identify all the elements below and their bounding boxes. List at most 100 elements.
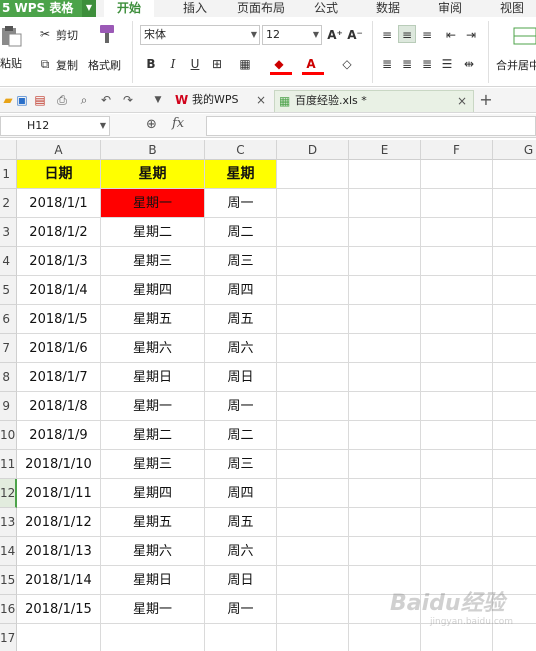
align-right-icon[interactable]: ≣ (418, 55, 436, 73)
copy-icon[interactable]: ⧉ (36, 55, 54, 73)
cell-d6[interactable] (277, 305, 349, 334)
row-header-7[interactable]: 7 (0, 334, 17, 363)
tab-view[interactable]: 视图 (490, 0, 534, 17)
cell-f8[interactable] (421, 363, 493, 392)
cell-c4[interactable]: 周三 (205, 247, 277, 276)
format-painter-button[interactable]: 格式刷 (88, 57, 121, 73)
select-all-corner[interactable] (0, 140, 17, 160)
paste-icon[interactable] (0, 25, 22, 47)
cell-d11[interactable] (277, 450, 349, 479)
cell-e13[interactable] (349, 508, 421, 537)
row-header-11[interactable]: 11 (0, 450, 17, 479)
cell-c9[interactable]: 周一 (205, 392, 277, 421)
cell-c2[interactable]: 周一 (205, 189, 277, 218)
cell-d5[interactable] (277, 276, 349, 305)
row-header-10[interactable]: 10 (0, 421, 17, 450)
tab-baidu-xls[interactable]: ▦ 百度经验.xls * × (274, 90, 474, 112)
cell-d4[interactable] (277, 247, 349, 276)
cell-a8[interactable]: 2018/1/7 (17, 363, 101, 392)
header-cell-c[interactable]: 星期 (205, 160, 277, 189)
tab-home[interactable]: 开始 (104, 0, 154, 17)
cell-b16[interactable]: 星期一 (101, 595, 205, 624)
save-icon[interactable]: ▣ (14, 92, 30, 108)
merge-center-button[interactable]: 合并居中 (496, 57, 536, 73)
border-icon[interactable]: ⊞ (208, 55, 226, 73)
font-size-select[interactable]: 12 ▼ (262, 25, 322, 45)
undo-icon[interactable]: ↶ (98, 92, 114, 108)
cell-g2[interactable] (493, 189, 536, 218)
tab-insert[interactable]: 插入 (170, 0, 220, 17)
column-header-c[interactable]: C (205, 140, 277, 160)
cell-e12[interactable] (349, 479, 421, 508)
cell-b2[interactable]: 星期一 (101, 189, 205, 218)
cell-b9[interactable]: 星期一 (101, 392, 205, 421)
cell-e14[interactable] (349, 537, 421, 566)
cell-f9[interactable] (421, 392, 493, 421)
cell-a9[interactable]: 2018/1/8 (17, 392, 101, 421)
column-header-f[interactable]: F (421, 140, 493, 160)
cell-f4[interactable] (421, 247, 493, 276)
cell-g12[interactable] (493, 479, 536, 508)
cell-b7[interactable]: 星期六 (101, 334, 205, 363)
cell-g6[interactable] (493, 305, 536, 334)
cell-d1[interactable] (277, 160, 349, 189)
cell-a7[interactable]: 2018/1/6 (17, 334, 101, 363)
row-header-13[interactable]: 13 (0, 508, 17, 537)
cell-f12[interactable] (421, 479, 493, 508)
cell-b11[interactable]: 星期三 (101, 450, 205, 479)
row-header-4[interactable]: 4 (0, 247, 17, 276)
scissors-icon[interactable]: ✂ (36, 25, 54, 43)
cell-g3[interactable] (493, 218, 536, 247)
cell-f10[interactable] (421, 421, 493, 450)
cell-d9[interactable] (277, 392, 349, 421)
cell-d10[interactable] (277, 421, 349, 450)
cell-e9[interactable] (349, 392, 421, 421)
app-menu-button[interactable]: 5 WPS 表格 ▼ (0, 0, 96, 17)
cell-g14[interactable] (493, 537, 536, 566)
print-preview-icon[interactable]: ⌕ (76, 92, 92, 108)
cell-b10[interactable]: 星期二 (101, 421, 205, 450)
align-middle-icon[interactable]: ≡ (398, 25, 416, 43)
justify-icon[interactable]: ☰ (438, 55, 456, 73)
cell-g11[interactable] (493, 450, 536, 479)
decrease-font-icon[interactable]: A⁻ (346, 26, 364, 44)
cut-button[interactable]: 剪切 (56, 27, 78, 43)
cell-a11[interactable]: 2018/1/10 (17, 450, 101, 479)
cell-c6[interactable]: 周五 (205, 305, 277, 334)
cell-c13[interactable]: 周五 (205, 508, 277, 537)
cell-b3[interactable]: 星期二 (101, 218, 205, 247)
cell-b5[interactable]: 星期四 (101, 276, 205, 305)
cell-a2[interactable]: 2018/1/1 (17, 189, 101, 218)
cell-e4[interactable] (349, 247, 421, 276)
cell-g9[interactable] (493, 392, 536, 421)
cell-b4[interactable]: 星期三 (101, 247, 205, 276)
row-header-1[interactable]: 1 (0, 160, 17, 189)
fill-color-icon[interactable]: ◆ (270, 55, 288, 73)
cell-f3[interactable] (421, 218, 493, 247)
column-header-g[interactable]: G (493, 140, 536, 160)
row-header-9[interactable]: 9 (0, 392, 17, 421)
cell-b8[interactable]: 星期日 (101, 363, 205, 392)
cell-d17[interactable] (277, 624, 349, 651)
row-header-14[interactable]: 14 (0, 537, 17, 566)
cell-e1[interactable] (349, 160, 421, 189)
export-pdf-icon[interactable]: ▤ (32, 92, 48, 108)
row-header-12[interactable]: 12 (0, 479, 17, 508)
cell-f13[interactable] (421, 508, 493, 537)
cell-c8[interactable]: 周日 (205, 363, 277, 392)
cell-f5[interactable] (421, 276, 493, 305)
underline-icon[interactable]: U (186, 55, 204, 73)
paste-button[interactable]: 粘贴 (0, 55, 22, 71)
row-header-17[interactable]: 17 (0, 624, 17, 651)
column-header-d[interactable]: D (277, 140, 349, 160)
cell-c10[interactable]: 周二 (205, 421, 277, 450)
bold-icon[interactable]: B (142, 55, 160, 73)
font-color-icon[interactable]: A (302, 55, 320, 73)
cell-f7[interactable] (421, 334, 493, 363)
cell-b17[interactable] (101, 624, 205, 651)
cell-e3[interactable] (349, 218, 421, 247)
cell-a10[interactable]: 2018/1/9 (17, 421, 101, 450)
cell-g13[interactable] (493, 508, 536, 537)
cell-g1[interactable] (493, 160, 536, 189)
cell-d8[interactable] (277, 363, 349, 392)
